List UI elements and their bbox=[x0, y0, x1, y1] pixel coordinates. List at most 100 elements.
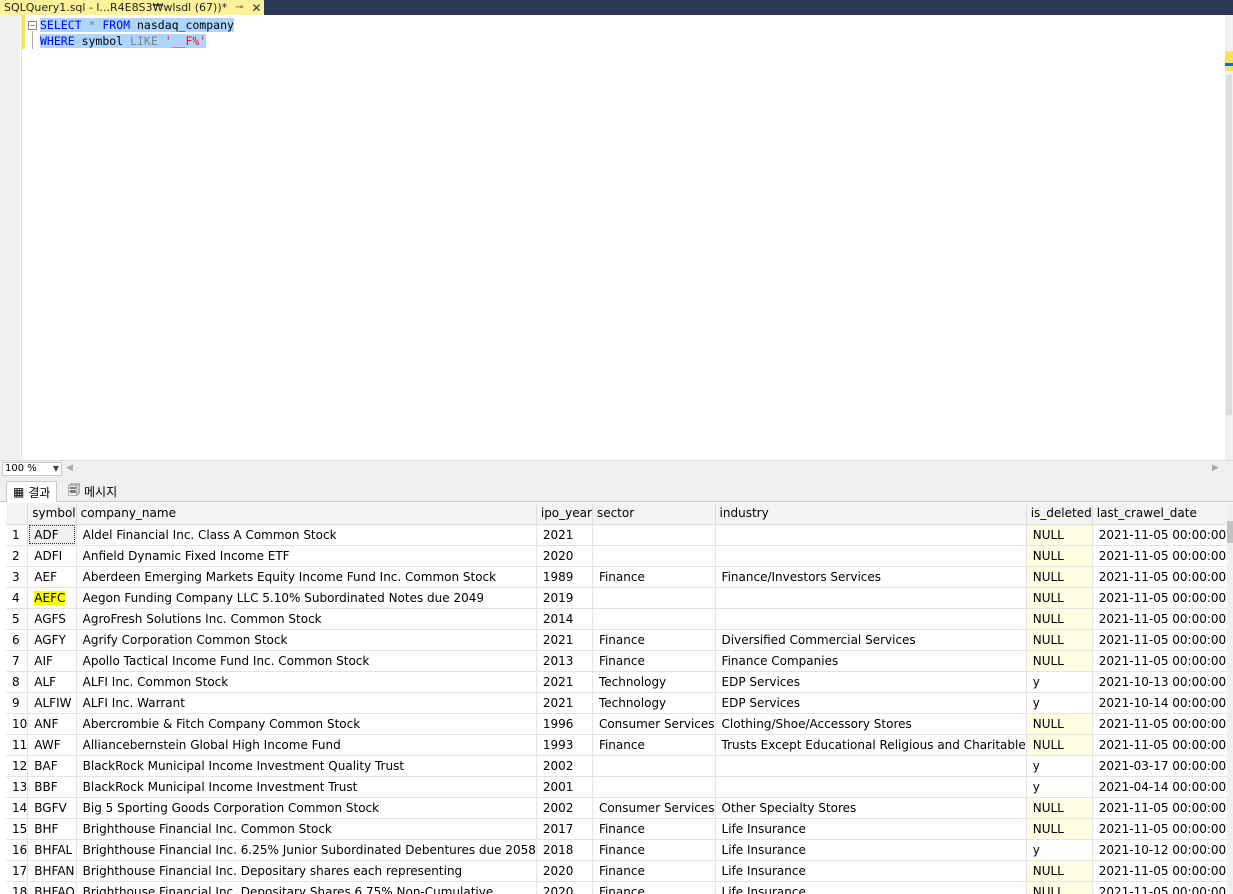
cell-symbol[interactable]: BHFAL bbox=[27, 839, 77, 861]
cell-symbol[interactable]: ALFIW bbox=[27, 692, 77, 714]
cell-industry[interactable]: EDP Services bbox=[715, 692, 1027, 714]
cell-last-crawel-date[interactable]: 2021-11-05 00:00:00.000 bbox=[1092, 818, 1227, 840]
cell-company-name[interactable]: Aegon Funding Company LLC 5.10% Subordin… bbox=[76, 587, 537, 609]
cell-is-deleted[interactable]: NULL bbox=[1026, 860, 1093, 882]
cell-company-name[interactable]: ALFI Inc. Common Stock bbox=[76, 671, 537, 693]
tab-messages[interactable]: 🗐 메시지 bbox=[62, 481, 123, 502]
cell-ipo-year[interactable]: 2020 bbox=[536, 860, 593, 882]
column-header-symbol[interactable]: symbol bbox=[27, 503, 77, 525]
cell-last-crawel-date[interactable]: 2021-11-05 00:00:00.000 bbox=[1092, 650, 1227, 672]
row-number[interactable]: 18 bbox=[6, 881, 29, 894]
cell-sector[interactable]: Finance bbox=[592, 818, 716, 840]
cell-industry[interactable] bbox=[715, 755, 1027, 777]
cell-company-name[interactable]: Big 5 Sporting Goods Corporation Common … bbox=[76, 797, 537, 819]
cell-sector[interactable]: Consumer Services bbox=[592, 713, 716, 735]
cell-industry[interactable]: Life Insurance bbox=[715, 860, 1027, 882]
zoom-select[interactable]: 100 % ▼ bbox=[2, 462, 62, 476]
row-number-header[interactable] bbox=[6, 503, 29, 525]
cell-last-crawel-date[interactable]: 2021-11-05 00:00:00.000 bbox=[1092, 797, 1227, 819]
cell-company-name[interactable]: Brighthouse Financial Inc. Depositary Sh… bbox=[76, 881, 537, 894]
table-row[interactable]: 14 BGFV Big 5 Sporting Goods Corporation C… bbox=[6, 797, 1227, 819]
row-number[interactable]: 17 bbox=[6, 860, 29, 882]
cell-industry[interactable]: Finance/Investors Services bbox=[715, 566, 1027, 588]
table-row[interactable]: 3 AEF Aberdeen Emerging Markets Equity Inc… bbox=[6, 566, 1227, 588]
cell-last-crawel-date[interactable]: 2021-10-13 00:00:00.000 bbox=[1092, 671, 1227, 693]
cell-ipo-year[interactable]: 2002 bbox=[536, 797, 593, 819]
scroll-right-icon[interactable]: ▶ bbox=[1212, 463, 1219, 473]
table-row[interactable]: 7 AIF Apollo Tactical Income Fund Inc. Com… bbox=[6, 650, 1227, 672]
cell-industry[interactable] bbox=[715, 524, 1027, 546]
table-row[interactable]: 12 BAF BlackRock Municipal Income Investme… bbox=[6, 755, 1227, 777]
cell-sector[interactable] bbox=[592, 755, 716, 777]
row-number[interactable]: 9 bbox=[6, 692, 29, 714]
cell-is-deleted[interactable]: NULL bbox=[1026, 650, 1093, 672]
cell-ipo-year[interactable]: 2019 bbox=[536, 587, 593, 609]
cell-ipo-year[interactable]: 1993 bbox=[536, 734, 593, 756]
cell-ipo-year[interactable]: 2014 bbox=[536, 608, 593, 630]
scroll-left-icon[interactable]: ◀ bbox=[66, 463, 73, 473]
column-header-ipo-year[interactable]: ipo_year bbox=[536, 503, 593, 525]
cell-sector[interactable] bbox=[592, 776, 716, 798]
cell-symbol[interactable]: ADF bbox=[27, 524, 77, 546]
row-number[interactable]: 4 bbox=[6, 587, 29, 609]
results-grid[interactable]: symbol company_name ipo_year sector industry… bbox=[6, 503, 1227, 894]
cell-symbol[interactable]: AIF bbox=[27, 650, 77, 672]
row-number[interactable]: 7 bbox=[6, 650, 29, 672]
table-row[interactable]: 8 ALF ALFI Inc. Common Stock 2021 Technology… bbox=[6, 671, 1227, 693]
cell-symbol[interactable]: ADFI bbox=[27, 545, 77, 567]
table-row[interactable]: 18 BHFAO Brighthouse Financial Inc. Deposi… bbox=[6, 881, 1227, 894]
cell-sector[interactable]: Technology bbox=[592, 692, 716, 714]
cell-ipo-year[interactable]: 1996 bbox=[536, 713, 593, 735]
column-header-industry[interactable]: industry bbox=[715, 503, 1027, 525]
cell-is-deleted[interactable]: NULL bbox=[1026, 545, 1093, 567]
table-row[interactable]: 2 ADFI Anfield Dynamic Fixed Income ETF 202… bbox=[6, 545, 1227, 567]
cell-company-name[interactable]: Brighthouse Financial Inc. Common Stock bbox=[76, 818, 537, 840]
cell-last-crawel-date[interactable]: 2021-04-14 00:00:00.000 bbox=[1092, 776, 1227, 798]
cell-sector[interactable] bbox=[592, 608, 716, 630]
row-number[interactable]: 6 bbox=[6, 629, 29, 651]
grid-vertical-scrollbar[interactable] bbox=[1227, 503, 1233, 894]
cell-symbol[interactable]: ANF bbox=[27, 713, 77, 735]
cell-sector[interactable] bbox=[592, 545, 716, 567]
row-number[interactable]: 13 bbox=[6, 776, 29, 798]
cell-last-crawel-date[interactable]: 2021-11-05 00:00:00.000 bbox=[1092, 713, 1227, 735]
cell-ipo-year[interactable]: 1989 bbox=[536, 566, 593, 588]
row-number[interactable]: 8 bbox=[6, 671, 29, 693]
pin-icon[interactable]: ⊸ bbox=[235, 2, 243, 13]
cell-is-deleted[interactable]: NULL bbox=[1026, 713, 1093, 735]
cell-industry[interactable] bbox=[715, 608, 1027, 630]
table-row[interactable]: 4 AEFC Aegon Funding Company LLC 5.10% Sub… bbox=[6, 587, 1227, 609]
editor-scroll-thumb[interactable] bbox=[1226, 75, 1232, 415]
chevron-down-icon[interactable]: ▼ bbox=[53, 463, 59, 475]
column-header-sector[interactable]: sector bbox=[592, 503, 716, 525]
cell-industry[interactable]: EDP Services bbox=[715, 671, 1027, 693]
cell-symbol[interactable]: ALF bbox=[27, 671, 77, 693]
cell-industry[interactable]: Trusts Except Educational Religious and … bbox=[715, 734, 1027, 756]
cell-symbol[interactable]: BGFV bbox=[27, 797, 77, 819]
cell-is-deleted[interactable]: y bbox=[1026, 839, 1093, 861]
cell-last-crawel-date[interactable]: 2021-10-12 00:00:00.000 bbox=[1092, 839, 1227, 861]
cell-sector[interactable]: Finance bbox=[592, 881, 716, 894]
cell-last-crawel-date[interactable]: 2021-03-17 00:00:00.000 bbox=[1092, 755, 1227, 777]
cell-symbol[interactable]: AGFY bbox=[27, 629, 77, 651]
editor-vertical-scrollbar[interactable] bbox=[1225, 15, 1233, 460]
cell-is-deleted[interactable]: NULL bbox=[1026, 566, 1093, 588]
cell-sector[interactable] bbox=[592, 524, 716, 546]
cell-last-crawel-date[interactable]: 2021-10-14 00:00:00.000 bbox=[1092, 692, 1227, 714]
cell-company-name[interactable]: Aldel Financial Inc. Class A Common Stoc… bbox=[76, 524, 537, 546]
cell-company-name[interactable]: Abercrombie & Fitch Company Common Stock bbox=[76, 713, 537, 735]
cell-last-crawel-date[interactable]: 2021-11-05 00:00:00.000 bbox=[1092, 566, 1227, 588]
cell-last-crawel-date[interactable]: 2021-11-05 00:00:00.000 bbox=[1092, 629, 1227, 651]
cell-sector[interactable]: Finance bbox=[592, 629, 716, 651]
row-number[interactable]: 10 bbox=[6, 713, 29, 735]
table-row[interactable]: 16 BHFAL Brighthouse Financial Inc. 6.25% … bbox=[6, 839, 1227, 861]
row-number[interactable]: 11 bbox=[6, 734, 29, 756]
row-number[interactable]: 2 bbox=[6, 545, 29, 567]
cell-ipo-year[interactable]: 2021 bbox=[536, 629, 593, 651]
code-area[interactable]: SELECT * FROM nasdaq_company WHERE symbo… bbox=[40, 17, 234, 49]
cell-sector[interactable]: Finance bbox=[592, 650, 716, 672]
cell-sector[interactable]: Finance bbox=[592, 860, 716, 882]
table-row[interactable]: 13 BBF BlackRock Municipal Income Investme… bbox=[6, 776, 1227, 798]
cell-symbol[interactable]: BHFAO bbox=[27, 881, 77, 894]
cell-company-name[interactable]: Anfield Dynamic Fixed Income ETF bbox=[76, 545, 537, 567]
